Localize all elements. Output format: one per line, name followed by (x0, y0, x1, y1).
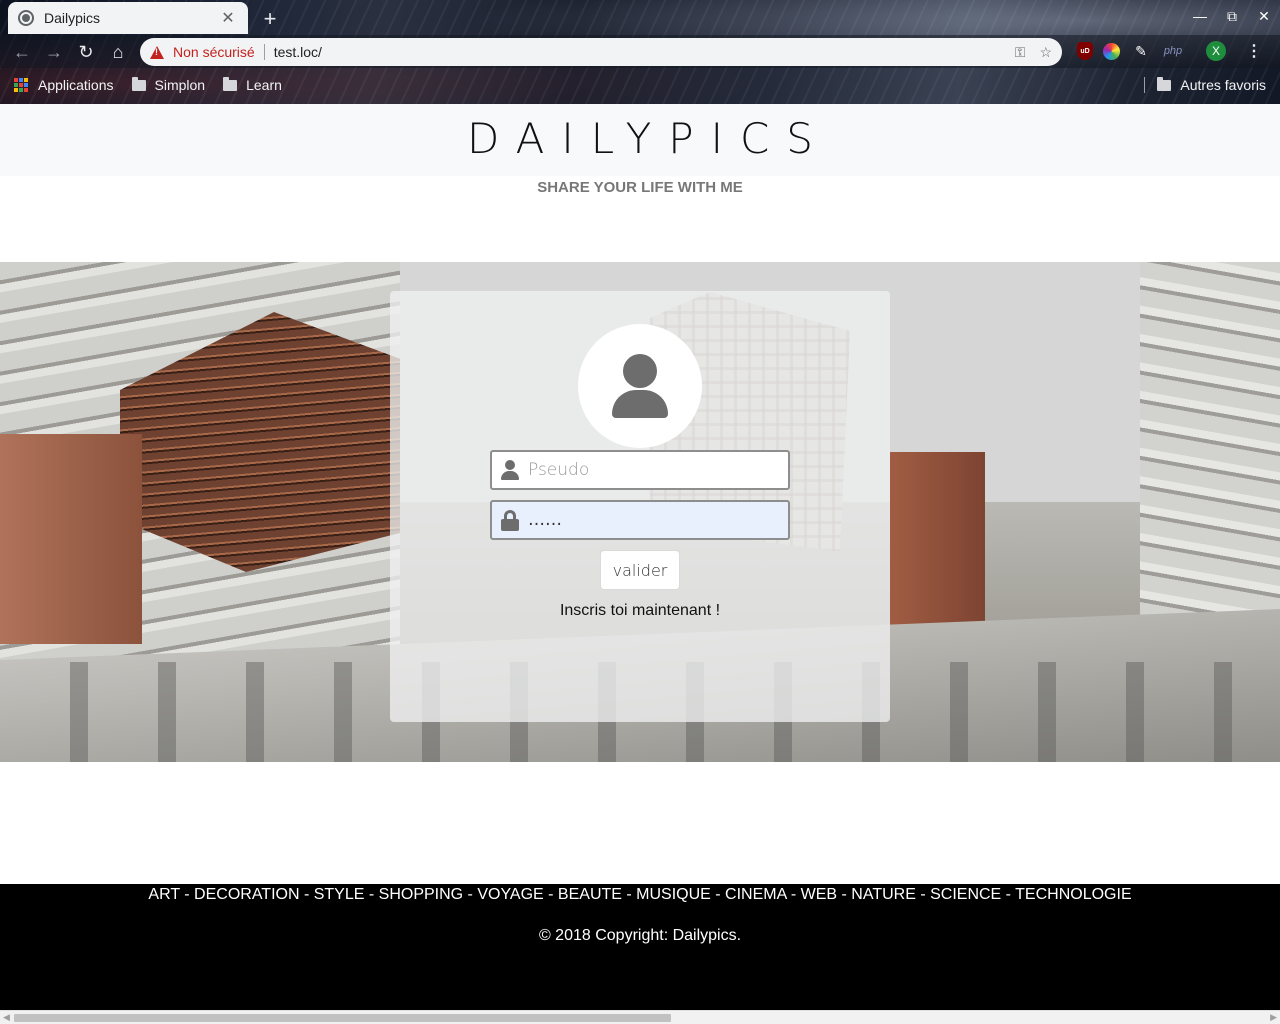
submit-button[interactable]: valider (600, 550, 680, 590)
browser-chrome: Dailypics ✕ + — ⧉ ✕ ← → ↻ ⌂ Non sécurisé… (0, 0, 1280, 104)
color-picker-icon[interactable] (1103, 42, 1120, 60)
window-close-icon[interactable]: ✕ (1248, 0, 1280, 32)
site-logo[interactable]: DAILYPICS (0, 114, 1280, 163)
footer-categories[interactable]: ART - DECORATION - STYLE - SHOPPING - VO… (0, 886, 1280, 904)
back-icon[interactable]: ← (8, 39, 36, 65)
extensions-area: uD ✎ php X ⋮ (1074, 40, 1262, 62)
user-icon (612, 354, 668, 418)
site-footer: ART - DECORATION - STYLE - SHOPPING - VO… (0, 884, 1280, 1010)
reload-icon[interactable]: ↻ (72, 39, 100, 65)
menu-kebab-icon[interactable]: ⋮ (1246, 41, 1262, 61)
pseudo-field[interactable] (490, 450, 790, 490)
omnibox-divider (263, 44, 265, 60)
security-label[interactable]: Non sécurisé (173, 44, 255, 60)
scrollbar-thumb[interactable] (14, 1014, 671, 1022)
browser-tab[interactable]: Dailypics ✕ (8, 2, 248, 34)
password-input[interactable] (528, 505, 768, 535)
bookmark-divider (1144, 77, 1146, 93)
login-card: valider Inscris toi maintenant ! (390, 291, 890, 722)
bookmark-learn[interactable]: Learn (223, 76, 282, 93)
star-icon[interactable]: ☆ (1039, 44, 1052, 61)
warning-icon[interactable] (150, 45, 164, 59)
site-header: DAILYPICS (0, 104, 1280, 176)
folder-icon (131, 76, 146, 91)
bookmark-label: Applications (38, 77, 114, 93)
bookmark-label: Simplon (154, 77, 206, 93)
folder-icon (1157, 76, 1172, 91)
scroll-right-icon[interactable]: ▶ (1270, 1012, 1277, 1023)
pseudo-input[interactable] (528, 455, 768, 485)
home-icon[interactable]: ⌂ (104, 39, 132, 65)
new-tab-button[interactable]: + (258, 6, 282, 32)
forward-icon[interactable]: → (40, 39, 68, 65)
ublock-icon[interactable]: uD (1077, 42, 1093, 60)
horizontal-scrollbar[interactable]: ◀ ▶ (0, 1010, 1280, 1024)
bookmarks-bar: Applications Simplon Learn Autres favori… (0, 68, 1280, 102)
bookmark-simplon[interactable]: Simplon (131, 76, 206, 93)
pen-icon[interactable]: ✎ (1130, 40, 1152, 62)
tab-title: Dailypics (44, 10, 101, 26)
hero-wood-box-left (0, 434, 142, 644)
bookmark-applications[interactable]: Applications (14, 77, 114, 93)
password-field[interactable] (490, 500, 790, 540)
minimize-icon[interactable]: — (1184, 0, 1216, 32)
tab-close-icon[interactable]: ✕ (218, 8, 238, 28)
bookmark-label: Autres favoris (1180, 77, 1266, 93)
bookmark-other-favorites[interactable]: Autres favoris (1144, 68, 1266, 102)
site-tagline: SHARE YOUR LIFE WITH ME (537, 179, 743, 196)
key-icon[interactable]: ⚿ (1015, 44, 1026, 61)
url-text[interactable]: test.loc/ (274, 44, 1001, 60)
profile-avatar[interactable]: X (1206, 41, 1226, 61)
php-icon[interactable]: php (1162, 40, 1184, 62)
restore-icon[interactable]: ⧉ (1216, 0, 1248, 32)
address-bar[interactable]: Non sécurisé test.loc/ ⚿ ☆ (140, 38, 1062, 66)
browser-toolbar: ← → ↻ ⌂ Non sécurisé test.loc/ ⚿ ☆ uD ✎ … (0, 35, 1280, 68)
user-avatar (578, 324, 702, 448)
folder-icon (223, 76, 238, 91)
user-icon (500, 460, 520, 480)
globe-icon (18, 10, 34, 26)
apps-grid-icon (14, 78, 28, 92)
signup-link[interactable]: Inscris toi maintenant ! (390, 602, 890, 620)
footer-copyright: © 2018 Copyright: Dailypics. (538, 927, 742, 944)
scroll-left-icon[interactable]: ◀ (3, 1012, 10, 1023)
window-controls: — ⧉ ✕ (1184, 0, 1280, 32)
bookmark-label: Learn (246, 77, 282, 93)
lock-icon (500, 510, 520, 531)
